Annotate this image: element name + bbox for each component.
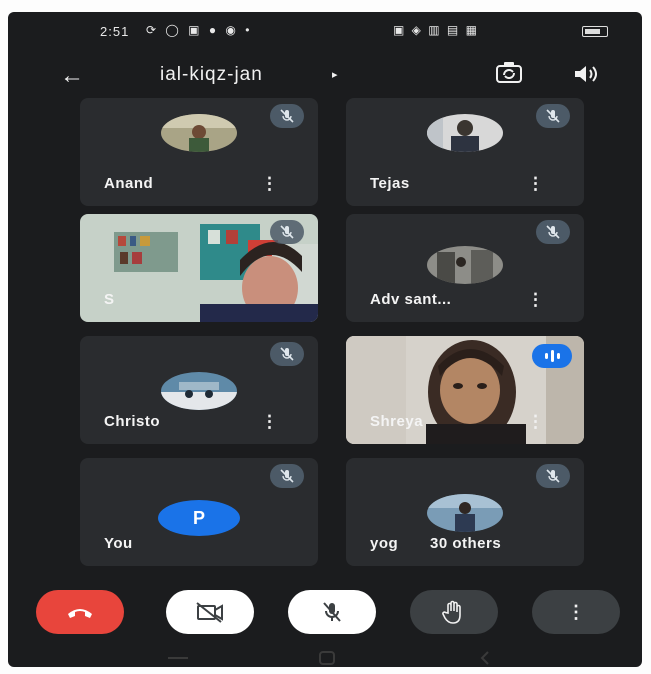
raise-hand-button[interactable]: [410, 590, 498, 634]
more-vert-icon[interactable]: ⋮: [527, 291, 544, 308]
more-vert-icon[interactable]: ⋮: [527, 413, 544, 430]
avatar: [427, 494, 503, 532]
status-left-icons: ⟳ ◯ ▣ ● ◉ •: [146, 23, 253, 37]
more-vert-icon[interactable]: ⋮: [527, 175, 544, 192]
end-call-button[interactable]: [36, 590, 124, 634]
speaker-icon[interactable]: [572, 62, 600, 91]
participant-name: Christo: [104, 413, 160, 430]
participant-name: Adv sant...: [370, 291, 452, 308]
avatar: [161, 372, 237, 410]
end-call-icon: [68, 609, 92, 618]
others-count: 30 others: [430, 535, 502, 552]
participant-tile[interactable]: Anand ⋮: [80, 98, 318, 206]
more-options-icon: ⋮: [567, 601, 585, 622]
battery-icon: [582, 26, 608, 37]
mic-off-icon: [323, 602, 341, 622]
participant-tile[interactable]: Christo ⋮: [80, 336, 318, 444]
participant-video-tile[interactable]: Shreya ⋮: [346, 336, 584, 444]
back-arrow-icon[interactable]: ←: [60, 62, 84, 90]
participant-name: Tejas: [370, 175, 410, 192]
avatar: [427, 114, 503, 152]
mic-toggle-button[interactable]: [288, 590, 376, 634]
participant-name: Shreya: [370, 413, 424, 430]
raise-hand-icon: [442, 600, 461, 624]
camera-toggle-button[interactable]: [166, 590, 254, 634]
participant-name: You: [104, 535, 133, 552]
letter-avatar: P: [158, 500, 240, 536]
more-vert-icon[interactable]: ⋮: [261, 413, 278, 430]
avatar: [161, 114, 237, 152]
more-vert-icon[interactable]: ⋮: [261, 175, 278, 192]
meeting-header: ← ial-kiqz-jan ▸: [8, 52, 642, 96]
caret-right-icon[interactable]: ▸: [332, 68, 338, 81]
participant-name: S: [104, 291, 115, 308]
participant-name: Anand: [104, 175, 154, 192]
phone-screen: 2:51 ⟳ ◯ ▣ ● ◉ • ▣ ◈ ▥ ▤ ▦ ← ial-kiqz-ja…: [8, 12, 642, 667]
participant-tile[interactable]: Tejas ⋮: [346, 98, 584, 206]
participant-tile[interactable]: Adv sant... ⋮: [346, 214, 584, 322]
participant-tile-self[interactable]: P You: [80, 458, 318, 566]
call-controls: ⋮: [8, 582, 642, 642]
mic-muted-icon: [536, 464, 570, 488]
camera-off-icon: [196, 602, 223, 623]
others-tile[interactable]: yog 30 others: [346, 458, 584, 566]
status-time: 2:51: [100, 24, 130, 39]
mic-muted-icon: [270, 104, 304, 128]
mic-muted-icon: [536, 220, 570, 244]
avatar: [427, 246, 503, 284]
more-options-button[interactable]: ⋮: [532, 590, 620, 634]
participant-name: yog: [370, 535, 399, 552]
meeting-code[interactable]: ial-kiqz-jan: [160, 64, 263, 86]
participant-video-tile[interactable]: S: [80, 214, 318, 322]
mic-muted-icon: [270, 464, 304, 488]
switch-camera-icon[interactable]: [494, 60, 524, 91]
mic-muted-icon: [270, 220, 304, 244]
speaking-indicator-icon: [532, 344, 572, 368]
system-nav-bar: [8, 648, 642, 667]
mic-muted-icon: [536, 104, 570, 128]
status-right-icons: ▣ ◈ ▥ ▤ ▦: [393, 23, 479, 37]
status-bar: 2:51 ⟳ ◯ ▣ ● ◉ • ▣ ◈ ▥ ▤ ▦: [8, 12, 642, 48]
mic-muted-icon: [270, 342, 304, 366]
